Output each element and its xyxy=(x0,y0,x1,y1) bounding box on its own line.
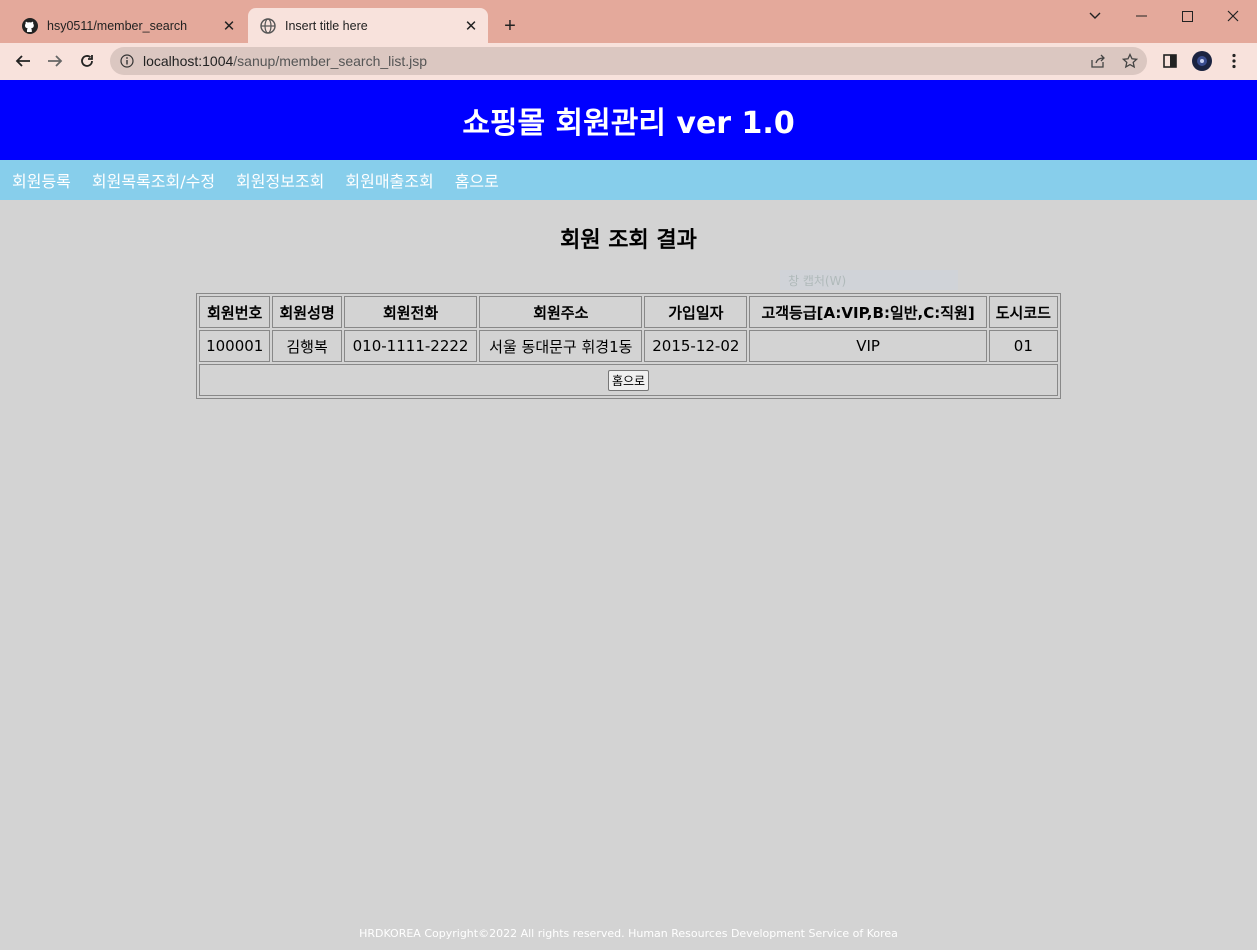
globe-icon xyxy=(260,17,276,34)
tab-title: Insert title here xyxy=(285,18,368,33)
nav-member-register[interactable]: 회원등록 xyxy=(12,168,71,192)
url-path: /sanup/member_search_list.jsp xyxy=(233,53,428,69)
cell-member-phone: 010-1111-2222 xyxy=(343,330,478,362)
nav-member-sales[interactable]: 회원매출조회 xyxy=(345,168,433,192)
url-text[interactable]: localhost:1004/sanup/member_search_list.… xyxy=(143,52,427,70)
close-icon[interactable]: ✕ xyxy=(220,17,238,35)
nav-member-list[interactable]: 회원목록조회/수정 xyxy=(92,168,215,192)
section-title: 회원 조회 결과 xyxy=(560,228,697,253)
nav-member-info[interactable]: 회원정보조회 xyxy=(236,168,324,192)
minimize-button[interactable] xyxy=(1118,4,1164,28)
share-icon[interactable] xyxy=(1088,51,1108,71)
col-member-no: 회원번호 xyxy=(199,296,271,328)
cell-grade: VIP xyxy=(749,330,987,362)
nav-home[interactable]: 홈으로 xyxy=(455,168,499,192)
table-button-row: 홈으로 xyxy=(199,364,1058,396)
close-icon[interactable]: ✕ xyxy=(462,17,480,35)
menu-icon[interactable] xyxy=(1224,51,1244,71)
forward-button[interactable] xyxy=(42,48,68,74)
tab-search-icon[interactable] xyxy=(1072,4,1118,28)
col-join-date: 가입일자 xyxy=(644,296,748,328)
cell-member-no: 100001 xyxy=(199,330,271,362)
tab-insert-title[interactable]: Insert title here ✕ xyxy=(248,8,488,43)
github-icon xyxy=(22,17,38,34)
footer-copyright: HRDKOREA Copyright©2022 All rights reser… xyxy=(359,927,898,940)
tab-title: hsy0511/member_search xyxy=(47,18,188,33)
info-icon[interactable] xyxy=(118,52,136,70)
cell-city-code: 01 xyxy=(988,330,1058,362)
table-row: 100001 김행복 010-1111-2222 서울 동대문구 휘경1동 20… xyxy=(199,330,1058,362)
page-title: 쇼핑몰 회원관리 ver 1.0 xyxy=(462,106,795,141)
profile-avatar[interactable] xyxy=(1192,51,1212,71)
site-header: 쇼핑몰 회원관리 ver 1.0 xyxy=(0,80,1257,160)
button-cell: 홈으로 xyxy=(199,364,1058,396)
reload-button[interactable] xyxy=(74,48,100,74)
member-result-table: 회원번호 회원성명 회원전화 회원주소 가입일자 고객등급[A:VIP,B:일반… xyxy=(196,293,1061,399)
col-member-address: 회원주소 xyxy=(479,296,643,328)
col-city-code: 도시코드 xyxy=(988,296,1058,328)
col-member-name: 회원성명 xyxy=(272,296,342,328)
main-nav: 회원등록 회원목록조회/수정 회원정보조회 회원매출조회 홈으로 xyxy=(0,160,1257,200)
close-window-button[interactable] xyxy=(1210,4,1256,28)
maximize-button[interactable] xyxy=(1164,4,1210,28)
cell-join-date: 2015-12-02 xyxy=(644,330,748,362)
cell-member-name: 김행복 xyxy=(272,330,342,362)
star-icon[interactable] xyxy=(1120,51,1140,71)
cell-member-address: 서울 동대문구 휘경1동 xyxy=(479,330,643,362)
url-host: localhost:1004 xyxy=(143,53,234,69)
tab-github[interactable]: hsy0511/member_search ✕ xyxy=(10,8,246,43)
col-grade: 고객등급[A:VIP,B:일반,C:직원] xyxy=(749,296,987,328)
back-button[interactable] xyxy=(10,48,36,74)
home-button[interactable]: 홈으로 xyxy=(607,369,650,391)
col-member-phone: 회원전화 xyxy=(343,296,478,328)
side-panel-icon[interactable] xyxy=(1160,51,1180,71)
capture-overlay: 창 캡처(W) xyxy=(780,270,958,290)
new-tab-button[interactable]: + xyxy=(498,14,522,38)
table-header-row: 회원번호 회원성명 회원전화 회원주소 가입일자 고객등급[A:VIP,B:일반… xyxy=(199,296,1058,328)
